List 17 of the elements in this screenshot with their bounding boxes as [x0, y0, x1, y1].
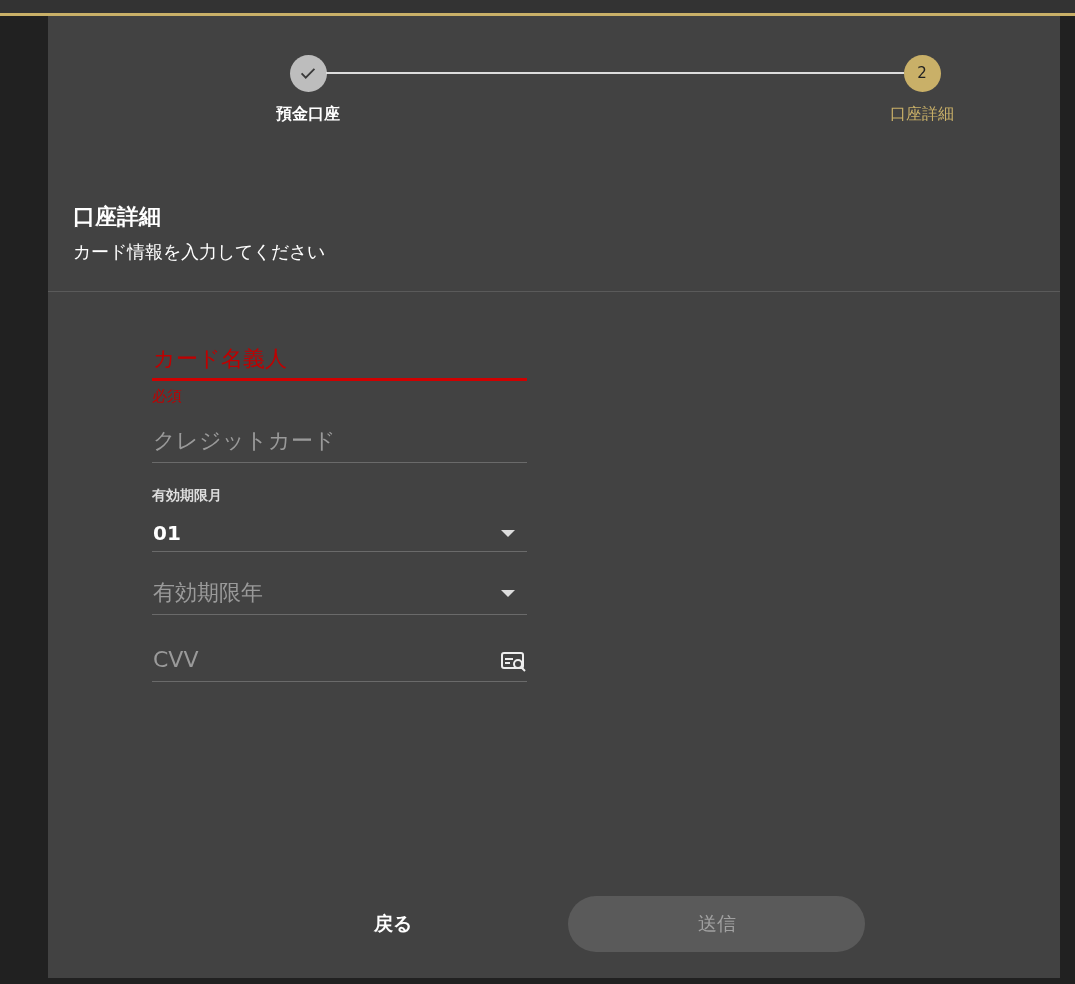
step-label: 口座詳細 — [890, 104, 954, 125]
text-field[interactable]: カード名義人 — [152, 338, 527, 381]
section-title: 口座詳細 — [73, 203, 162, 231]
error-message: 必須 — [152, 387, 183, 406]
field-label: 有効期限月 — [152, 487, 223, 505]
select-field[interactable]: 有効期限月 01 — [152, 487, 527, 552]
text-field[interactable]: クレジットカード — [152, 420, 527, 463]
back-button[interactable]: 戻る — [328, 901, 458, 947]
select-field[interactable]: 有効期限年 — [152, 576, 527, 615]
card-search-icon[interactable] — [501, 650, 527, 674]
caret-icon — [501, 529, 515, 537]
field-placeholder: 有効期限年 — [153, 579, 263, 607]
section-subtitle: カード情報を入力してください — [73, 240, 326, 264]
caret-icon — [501, 589, 515, 597]
field-value: 01 — [153, 521, 181, 545]
step-number: 2 — [903, 54, 941, 92]
step-label: 預金口座 — [276, 104, 340, 125]
